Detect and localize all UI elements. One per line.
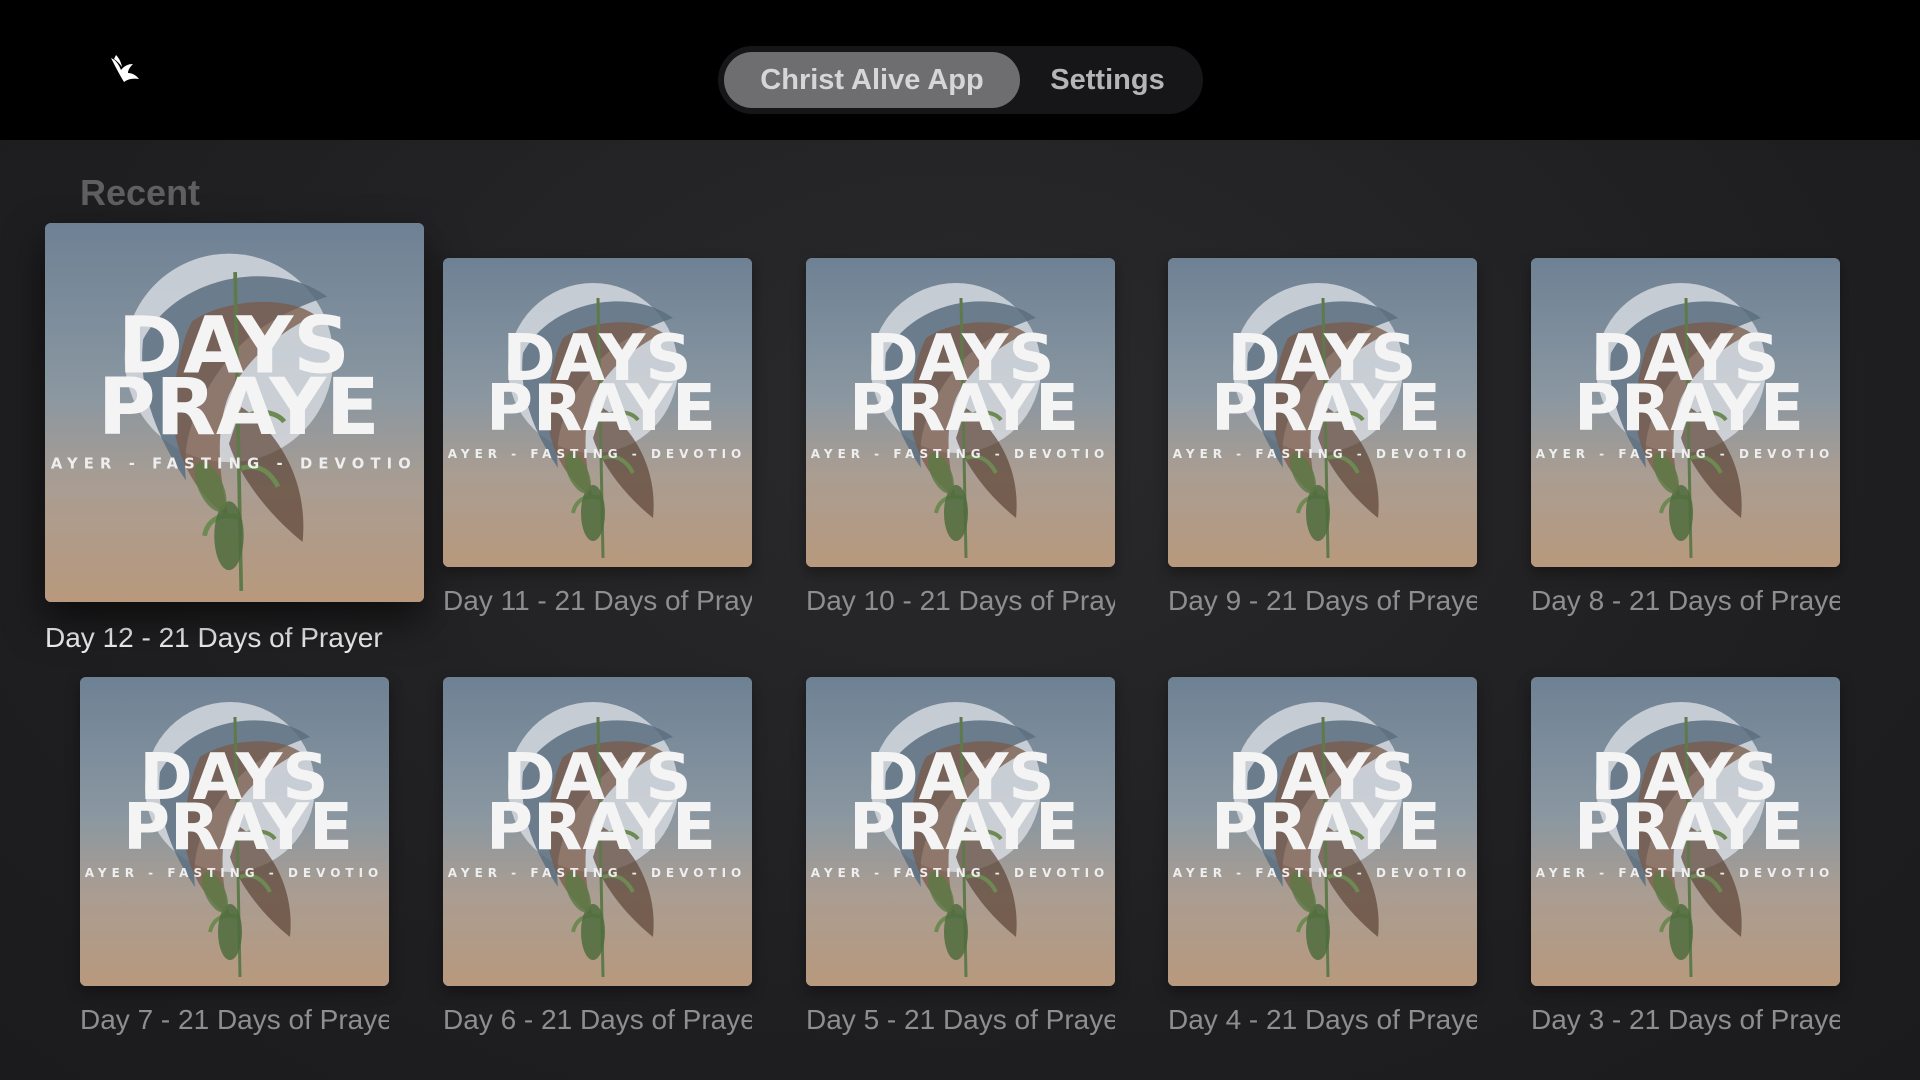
- top-bar: Christ Alive App Settings: [0, 0, 1920, 140]
- artwork-line2: PRAYE: [849, 791, 1079, 865]
- artwork-line3: AYER - FASTING - DEVOTIO: [85, 866, 384, 880]
- episode-card[interactable]: DAYS PRAYE AYER - FASTING - DEVOTIO Day …: [1531, 677, 1840, 1036]
- episode-thumbnail[interactable]: DAYS PRAYE AYER - FASTING - DEVOTIO: [1168, 258, 1477, 567]
- episode-card[interactable]: DAYS PRAYE AYER - FASTING - DEVOTIO Day …: [1531, 258, 1840, 617]
- episode-thumbnail[interactable]: DAYS PRAYE AYER - FASTING - DEVOTIO: [1531, 258, 1840, 567]
- section-title-recent: Recent: [80, 172, 201, 213]
- dove-icon: [111, 55, 139, 82]
- artwork-line2: PRAYE: [486, 372, 716, 446]
- artwork-line3: AYER - FASTING - DEVOTIO: [811, 447, 1110, 461]
- episode-card[interactable]: DAYS PRAYE AYER - FASTING - DEVOTIO Day …: [45, 223, 424, 654]
- episode-title: Day 8 - 21 Days of Prayer: [1531, 585, 1840, 616]
- episode-title: Day 7 - 21 Days of Prayer: [80, 1004, 389, 1035]
- artwork-line3: AYER - FASTING - DEVOTIO: [1173, 447, 1472, 461]
- episode-title: Day 12 - 21 Days of Prayer: [45, 622, 383, 653]
- artwork-line3: AYER - FASTING - DEVOTIO: [811, 866, 1110, 880]
- cover-artwork: DAYS PRAYE AYER - FASTING - DEVOTIO: [1168, 677, 1477, 986]
- cover-artwork: DAYS PRAYE AYER - FASTING - DEVOTIO: [1531, 677, 1840, 986]
- artwork-line2: PRAYE: [486, 791, 716, 865]
- artwork-line2: PRAYE: [98, 361, 380, 453]
- episode-title: Day 6 - 21 Days of Prayer: [443, 1004, 752, 1035]
- cover-artwork: DAYS PRAYE AYER - FASTING - DEVOTIO: [80, 677, 389, 986]
- episode-title: Day 9 - 21 Days of Prayer: [1168, 585, 1477, 616]
- episode-title: Day 3 - 21 Days of Prayer: [1531, 1004, 1840, 1035]
- episode-thumbnail[interactable]: DAYS PRAYE AYER - FASTING - DEVOTIO: [443, 677, 752, 986]
- artwork-line2: PRAYE: [849, 372, 1079, 446]
- episode-thumbnail[interactable]: DAYS PRAYE AYER - FASTING - DEVOTIO: [806, 258, 1115, 567]
- episode-title: Day 10 - 21 Days of Prayer: [806, 585, 1115, 616]
- episode-thumbnail[interactable]: DAYS PRAYE AYER - FASTING - DEVOTIO: [1531, 677, 1840, 986]
- artwork-line2: PRAYE: [1574, 372, 1804, 446]
- artwork-line3: AYER - FASTING - DEVOTIO: [1536, 447, 1835, 461]
- episode-title: Day 11 - 21 Days of Prayer: [443, 585, 752, 616]
- cover-artwork: DAYS PRAYE AYER - FASTING - DEVOTIO: [443, 677, 752, 986]
- artwork-line2: PRAYE: [1574, 791, 1804, 865]
- episode-card[interactable]: DAYS PRAYE AYER - FASTING - DEVOTIO Day …: [1168, 258, 1477, 617]
- tab-christ-alive-app[interactable]: Christ Alive App: [724, 52, 1020, 108]
- artwork-line2: PRAYE: [1211, 372, 1441, 446]
- tab-settings[interactable]: Settings: [1020, 52, 1195, 108]
- artwork-line3: AYER - FASTING - DEVOTIO: [448, 447, 747, 461]
- cover-artwork: DAYS PRAYE AYER - FASTING - DEVOTIO: [45, 223, 424, 602]
- episode-card[interactable]: DAYS PRAYE AYER - FASTING - DEVOTIO Day …: [1168, 677, 1477, 1036]
- artwork-line2: PRAYE: [123, 791, 353, 865]
- cover-artwork: DAYS PRAYE AYER - FASTING - DEVOTIO: [806, 258, 1115, 567]
- episode-thumbnail[interactable]: DAYS PRAYE AYER - FASTING - DEVOTIO: [80, 677, 389, 986]
- cover-artwork: DAYS PRAYE AYER - FASTING - DEVOTIO: [806, 677, 1115, 986]
- episode-thumbnail[interactable]: DAYS PRAYE AYER - FASTING - DEVOTIO: [443, 258, 752, 567]
- episode-thumbnail[interactable]: DAYS PRAYE AYER - FASTING - DEVOTIO: [45, 223, 424, 602]
- tab-bar: Christ Alive App Settings: [718, 46, 1203, 114]
- episode-card[interactable]: DAYS PRAYE AYER - FASTING - DEVOTIO Day …: [80, 677, 389, 1036]
- episode-thumbnail[interactable]: DAYS PRAYE AYER - FASTING - DEVOTIO: [1168, 677, 1477, 986]
- cover-artwork: DAYS PRAYE AYER - FASTING - DEVOTIO: [1531, 258, 1840, 567]
- artwork-line3: AYER - FASTING - DEVOTIO: [1173, 866, 1472, 880]
- episode-card[interactable]: DAYS PRAYE AYER - FASTING - DEVOTIO Day …: [806, 258, 1115, 617]
- artwork-line2: PRAYE: [1211, 791, 1441, 865]
- artwork-line3: AYER - FASTING - DEVOTIO: [51, 455, 417, 472]
- artwork-line3: AYER - FASTING - DEVOTIO: [448, 866, 747, 880]
- episode-card[interactable]: DAYS PRAYE AYER - FASTING - DEVOTIO Day …: [806, 677, 1115, 1036]
- cover-artwork: DAYS PRAYE AYER - FASTING - DEVOTIO: [443, 258, 752, 567]
- episode-title: Day 5 - 21 Days of Prayer: [806, 1004, 1115, 1035]
- episode-thumbnail[interactable]: DAYS PRAYE AYER - FASTING - DEVOTIO: [806, 677, 1115, 986]
- episode-title: Day 4 - 21 Days of Prayer: [1168, 1004, 1477, 1035]
- artwork-line3: AYER - FASTING - DEVOTIO: [1536, 866, 1835, 880]
- episode-card[interactable]: DAYS PRAYE AYER - FASTING - DEVOTIO Day …: [443, 258, 752, 617]
- episode-card[interactable]: DAYS PRAYE AYER - FASTING - DEVOTIO Day …: [443, 677, 752, 1036]
- cover-artwork: DAYS PRAYE AYER - FASTING - DEVOTIO: [1168, 258, 1477, 567]
